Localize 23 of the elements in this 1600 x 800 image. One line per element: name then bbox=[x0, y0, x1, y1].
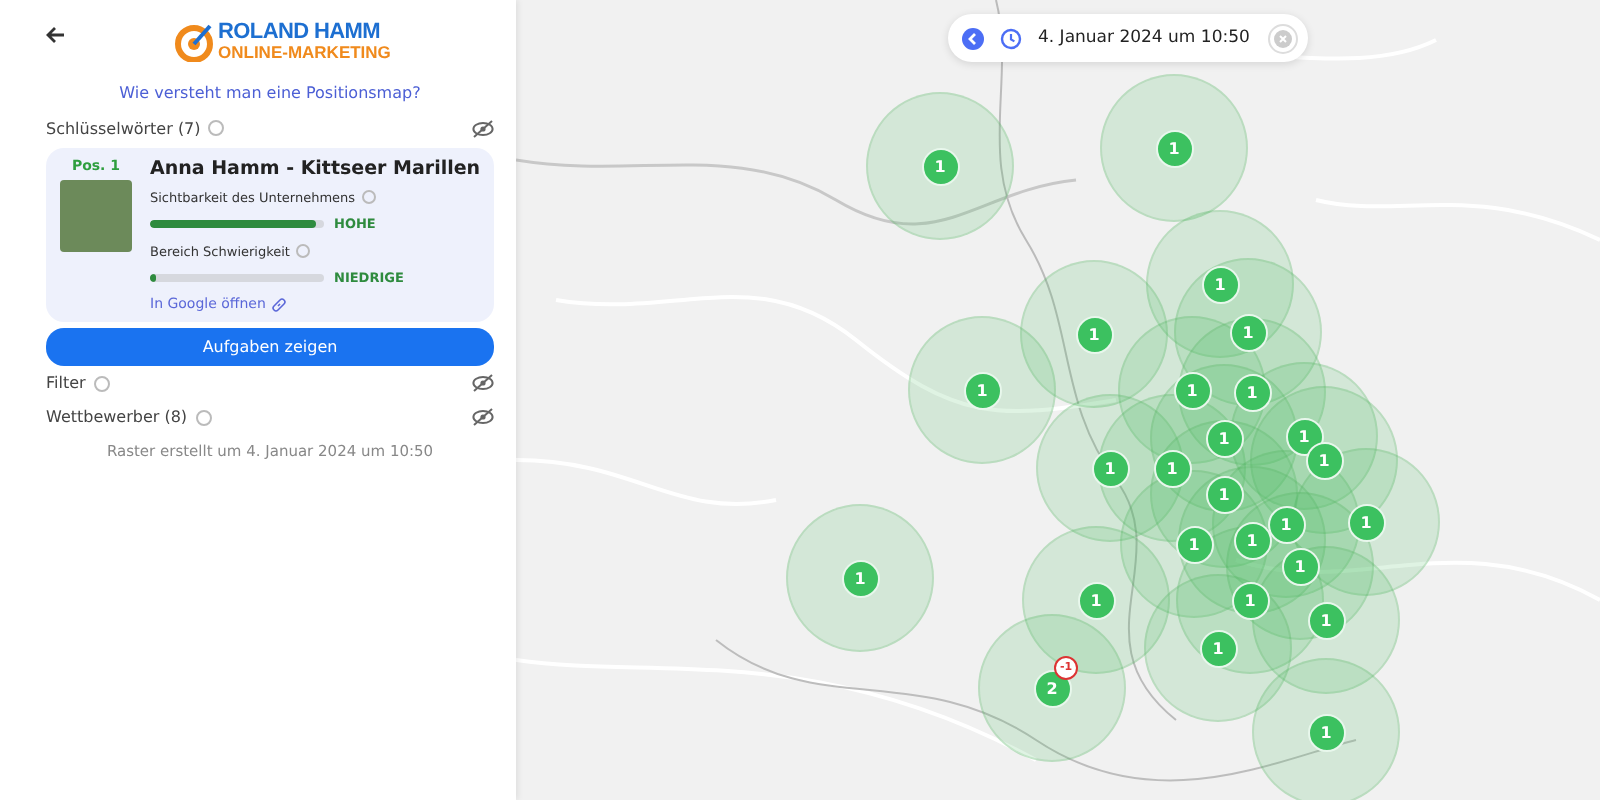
back-arrow-icon[interactable] bbox=[46, 25, 66, 43]
clock-icon[interactable] bbox=[1000, 27, 1022, 49]
help-link[interactable]: Wie versteht man eine Positionsmap? bbox=[46, 84, 494, 102]
business-title: Anna Hamm - Kittseer Marillen bbox=[150, 158, 482, 180]
logo-title: ROLAND HAMM bbox=[218, 22, 383, 42]
section-label[interactable]: Wettbewerber (8) bbox=[46, 408, 188, 426]
keywords-label: Schlüsselwörter (7) bbox=[46, 119, 201, 137]
info-icon bbox=[195, 409, 212, 425]
eye-off-icon[interactable] bbox=[472, 119, 494, 137]
link-icon bbox=[271, 297, 286, 311]
info-icon bbox=[361, 190, 376, 204]
eye-off-icon[interactable] bbox=[472, 374, 494, 392]
info-icon bbox=[208, 120, 225, 136]
date-text: 4. Januar 2024 um 10:50 bbox=[1038, 28, 1252, 48]
previous-icon[interactable] bbox=[962, 27, 984, 49]
tasks-button[interactable]: Aufgaben zeigen bbox=[46, 328, 494, 366]
photo-placeholder bbox=[60, 180, 132, 252]
target-logo-icon bbox=[174, 22, 214, 62]
info-icon bbox=[295, 244, 310, 258]
info-icon bbox=[93, 375, 110, 391]
section-label[interactable]: Filter bbox=[46, 374, 86, 392]
eye-off-icon[interactable] bbox=[472, 408, 494, 426]
logo-subtitle: ONLINE-MARKETING bbox=[218, 42, 391, 62]
